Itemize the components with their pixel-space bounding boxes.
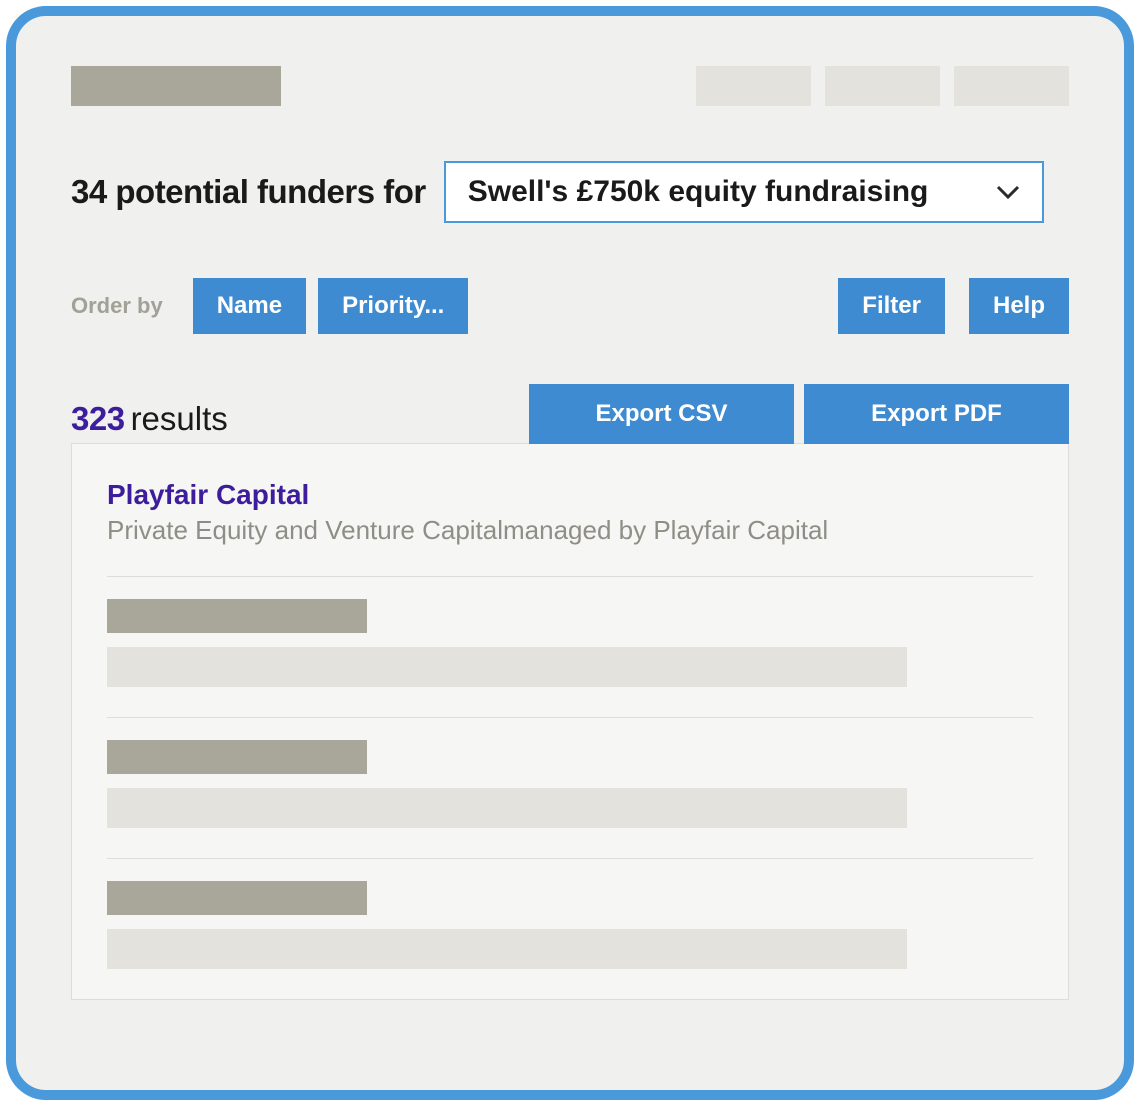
results-word: results xyxy=(131,400,228,437)
result-subtitle: Private Equity and Venture Capitalmanage… xyxy=(107,515,1033,546)
result-card: Playfair Capital Private Equity and Vent… xyxy=(71,443,1069,1000)
separator xyxy=(107,717,1033,718)
export-buttons: Export CSV Export PDF xyxy=(529,384,1069,444)
field-label-placeholder xyxy=(107,599,367,633)
export-csv-button[interactable]: Export CSV xyxy=(529,384,794,444)
topbar xyxy=(71,66,1069,106)
project-select-label: Swell's £750k equity fundraising xyxy=(468,175,929,209)
field-value-placeholder xyxy=(107,788,907,828)
toolbar: Order by Name Priority... Filter Help xyxy=(71,278,1069,334)
separator xyxy=(107,576,1033,577)
export-pdf-button[interactable]: Export PDF xyxy=(804,384,1069,444)
field-block xyxy=(107,599,1033,687)
order-by-label: Order by xyxy=(71,293,163,319)
project-select[interactable]: Swell's £750k equity fundraising xyxy=(444,161,1044,223)
field-block xyxy=(107,881,1033,969)
results-count: 323 xyxy=(71,400,125,437)
result-title[interactable]: Playfair Capital xyxy=(107,479,1033,511)
nav-placeholders xyxy=(696,66,1069,106)
filter-button[interactable]: Filter xyxy=(838,278,945,334)
field-value-placeholder xyxy=(107,929,907,969)
field-label-placeholder xyxy=(107,881,367,915)
order-name-button[interactable]: Name xyxy=(193,278,306,334)
app-frame: 34 potential funders for Swell's £750k e… xyxy=(6,6,1134,1100)
nav-placeholder xyxy=(954,66,1069,106)
logo-placeholder xyxy=(71,66,281,106)
nav-placeholder xyxy=(696,66,811,106)
field-block xyxy=(107,740,1033,828)
separator xyxy=(107,858,1033,859)
results-header: 323results Export CSV Export PDF xyxy=(71,384,1069,444)
order-priority-button[interactable]: Priority... xyxy=(318,278,468,334)
nav-placeholder xyxy=(825,66,940,106)
heading-text: 34 potential funders for xyxy=(71,173,426,211)
heading-row: 34 potential funders for Swell's £750k e… xyxy=(71,161,1069,223)
chevron-down-icon xyxy=(996,184,1020,200)
help-button[interactable]: Help xyxy=(969,278,1069,334)
field-value-placeholder xyxy=(107,647,907,687)
field-label-placeholder xyxy=(107,740,367,774)
results-count-wrap: 323results xyxy=(71,400,228,444)
